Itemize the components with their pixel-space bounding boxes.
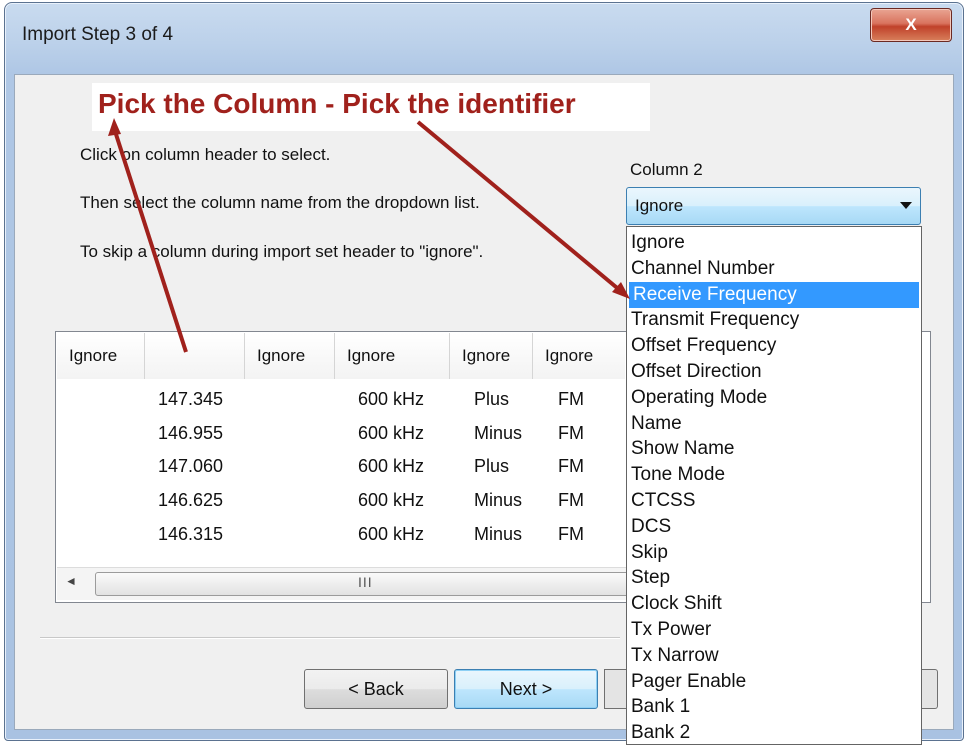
hidden-button-edge[interactable] (604, 669, 626, 709)
dropdown-option[interactable]: Bank 1 (627, 694, 919, 720)
dropdown-option[interactable]: Tx Power (627, 617, 919, 643)
scrollbar-grip-icon: III (358, 574, 373, 590)
dropdown-option[interactable]: Bank 2 (627, 720, 919, 746)
cell-offset: 600 kHz (358, 423, 425, 443)
dropdown-option[interactable]: Transmit Frequency (627, 307, 919, 333)
title-bar[interactable]: Import Step 3 of 4 (4, 2, 962, 74)
dropdown-option[interactable]: Offset Frequency (627, 333, 919, 359)
dropdown-option[interactable]: Clock Shift (627, 591, 919, 617)
cell-frequency: 147.345 (158, 389, 224, 409)
column-header-6[interactable]: Ignore (533, 333, 625, 379)
column-header-1[interactable]: Ignore (57, 333, 145, 379)
next-button[interactable]: Next > (454, 669, 598, 709)
cell-mode: FM (558, 423, 584, 443)
instruction-line-1: Click on column header to select. (80, 145, 331, 164)
cell-direction: Minus (474, 423, 523, 443)
cell-frequency: 147.060 (158, 456, 224, 476)
column-label: Column 2 (630, 160, 703, 179)
dropdown-option[interactable]: Name (627, 411, 919, 437)
cell-offset: 600 kHz (358, 524, 425, 544)
cell-direction: Minus (474, 524, 523, 544)
dropdown-list[interactable]: Ignore Channel Number Receive Frequency Tra… (626, 226, 922, 745)
dropdown-option[interactable]: Show Name (627, 436, 919, 462)
close-icon: X (905, 15, 917, 34)
cell-mode: FM (558, 524, 584, 544)
cell-mode: FM (558, 389, 584, 409)
cell-frequency: 146.955 (158, 423, 224, 443)
hidden-button-edge-right[interactable] (920, 669, 938, 709)
chevron-down-icon (900, 202, 912, 209)
dropdown-option[interactable]: Offset Direction (627, 359, 919, 385)
instruction-line-2: Then select the column name from the dro… (80, 193, 480, 212)
scrollbar-thumb[interactable]: III (95, 572, 637, 596)
cell-offset: 600 kHz (358, 490, 425, 510)
cell-frequency: 146.315 (158, 524, 224, 544)
close-button[interactable]: X (870, 8, 952, 42)
window-title: Import Step 3 of 4 (22, 24, 174, 45)
dropdown-option[interactable]: Receive Frequency (629, 281, 919, 308)
cell-direction: Minus (474, 490, 523, 510)
column-header-3[interactable]: Ignore (245, 333, 335, 379)
scroll-left-icon[interactable]: ◄ (65, 574, 77, 588)
cell-mode: FM (558, 456, 584, 476)
dropdown-option[interactable]: CTCSS (627, 488, 919, 514)
dropdown-option[interactable]: Skip (627, 540, 919, 566)
instruction-line-3: To skip a column during import set heade… (80, 242, 484, 261)
cell-offset: 600 kHz (358, 456, 425, 476)
column-header-4[interactable]: Ignore (335, 333, 450, 379)
cell-mode: FM (558, 490, 584, 510)
cell-direction: Plus (474, 456, 510, 476)
dropdown-option[interactable]: Pager Enable (627, 669, 919, 695)
back-button[interactable]: < Back (304, 669, 448, 709)
dropdown-option[interactable]: Tx Narrow (627, 643, 919, 669)
dropdown-option[interactable]: Ignore (627, 230, 919, 256)
dropdown-option[interactable]: Channel Number (627, 256, 919, 282)
column-header-2[interactable] (145, 333, 245, 379)
annotation-text: Pick the Column - Pick the identifier (98, 88, 576, 119)
column-header-5[interactable]: Ignore (450, 333, 533, 379)
dropdown-option[interactable]: Step (627, 565, 919, 591)
cell-frequency: 146.625 (158, 490, 224, 510)
dropdown-option[interactable]: Operating Mode (627, 385, 919, 411)
dropdown-option[interactable]: DCS (627, 514, 919, 540)
cell-direction: Plus (474, 389, 510, 409)
horizontal-scrollbar[interactable]: ◄ III (57, 567, 637, 600)
column-name-dropdown[interactable]: Ignore (626, 187, 921, 225)
separator (40, 637, 620, 639)
dropdown-value: Ignore (635, 196, 684, 215)
dropdown-option[interactable]: Tone Mode (627, 462, 919, 488)
cell-offset: 600 kHz (358, 389, 425, 409)
